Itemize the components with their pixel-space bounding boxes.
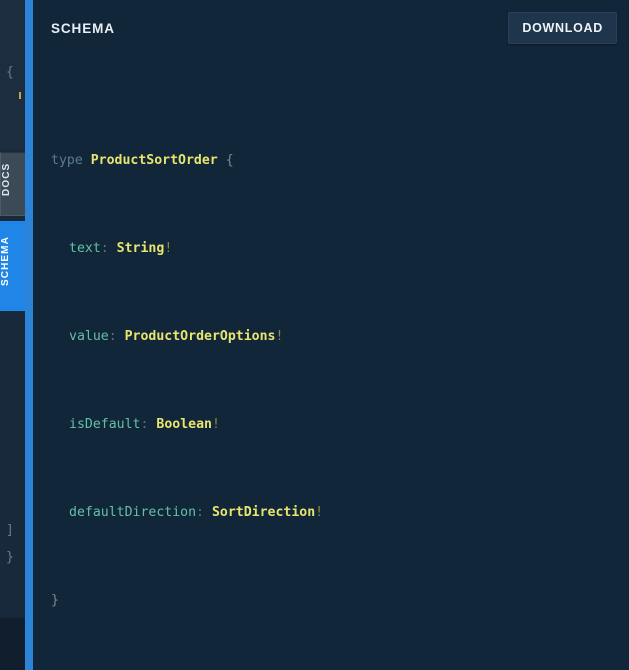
- required-bang: !: [164, 241, 173, 256]
- rail-brace-open: {: [6, 65, 14, 80]
- required-bang: !: [275, 329, 284, 344]
- colon: :: [140, 417, 149, 432]
- download-button[interactable]: DOWNLOAD: [508, 12, 617, 44]
- schema-code-block[interactable]: type ProductSortOrder { text: String! va…: [33, 56, 629, 670]
- field-type[interactable]: SortDirection: [212, 505, 315, 520]
- field-type[interactable]: String: [117, 241, 165, 256]
- code-line: isDefault: Boolean!: [51, 414, 629, 436]
- required-bang: !: [211, 417, 220, 432]
- field-name: text: [69, 241, 101, 256]
- colon: :: [196, 505, 204, 520]
- field-type[interactable]: ProductOrderOptions: [125, 329, 276, 344]
- brace-close: }: [51, 593, 59, 608]
- page-title: SCHEMA: [51, 20, 115, 36]
- tab-schema[interactable]: SCHEMA: [0, 221, 25, 311]
- code-line: }: [51, 590, 629, 612]
- rail-brace-close: }: [6, 550, 14, 565]
- field-name: defaultDirection: [69, 505, 197, 520]
- active-panel-accent-bar: [25, 0, 33, 670]
- required-bang: !: [315, 505, 324, 520]
- graphql-schema-docs-panel: { ] } DOCS SCHEMA SCHEMA DOWNLOAD type P…: [0, 0, 629, 670]
- code-line: type ProductSortOrder {: [51, 150, 629, 172]
- type-name[interactable]: ProductSortOrder: [91, 153, 218, 168]
- keyword-type: type: [51, 153, 83, 168]
- colon: :: [100, 241, 109, 256]
- rail-lower-background: [0, 618, 25, 670]
- left-rail: { ] } DOCS SCHEMA: [0, 0, 25, 670]
- field-name: value: [69, 329, 109, 344]
- schema-panel: SCHEMA DOWNLOAD type ProductSortOrder { …: [33, 0, 629, 670]
- rail-marker: [19, 92, 21, 99]
- code-line: text: String!: [51, 238, 629, 260]
- code-line: value: ProductOrderOptions!: [51, 326, 629, 348]
- code-line: defaultDirection: SortDirection!: [51, 502, 629, 524]
- colon: :: [108, 329, 117, 344]
- brace-open: {: [225, 153, 234, 168]
- schema-panel-header: SCHEMA DOWNLOAD: [33, 0, 629, 56]
- tab-docs[interactable]: DOCS: [0, 152, 25, 216]
- field-type[interactable]: Boolean: [156, 417, 212, 432]
- rail-bracket-close: ]: [6, 523, 14, 538]
- field-name: isDefault: [69, 417, 141, 432]
